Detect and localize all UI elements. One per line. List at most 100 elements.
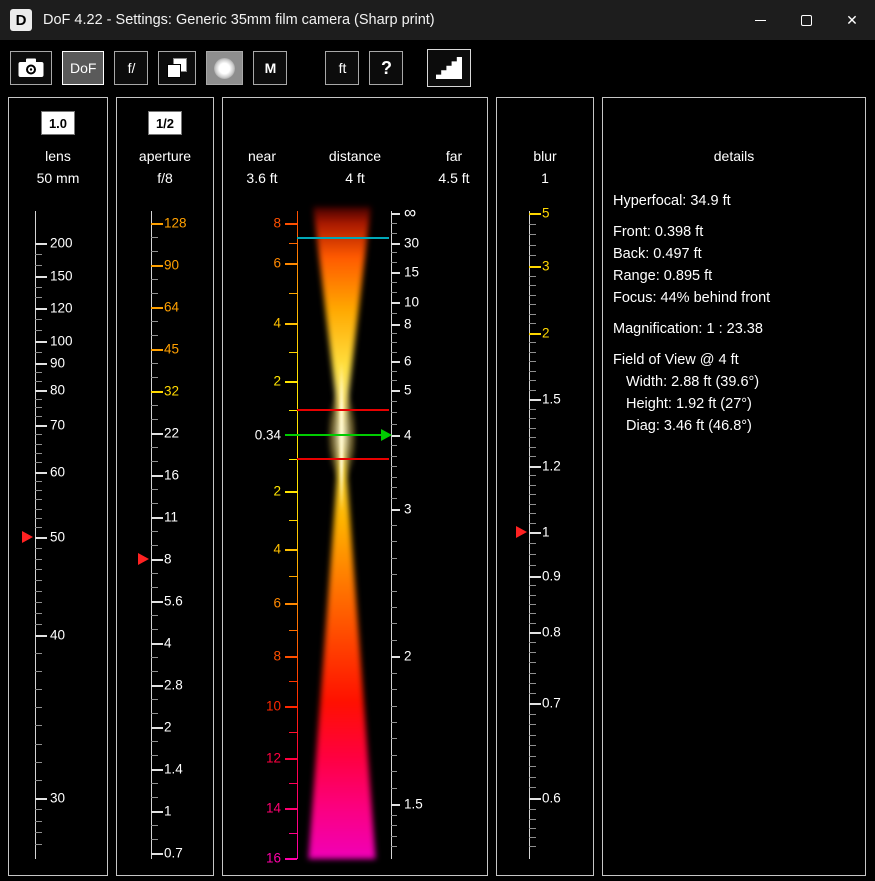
scale-tick	[151, 573, 158, 574]
distance-scale[interactable]: ∞3015108654321.5	[223, 211, 487, 859]
scale-tick	[529, 673, 536, 674]
scale-tick	[391, 477, 397, 478]
lens-marker[interactable]	[22, 531, 33, 543]
title-bar: D DoF 4.22 - Settings: Generic 35mm film…	[0, 0, 875, 40]
units-button[interactable]: ft	[325, 51, 359, 85]
dof-visualization[interactable]: 8642246810121416 ∞3015108654321.5 0.34	[223, 211, 487, 859]
scale-tick	[35, 434, 42, 435]
scale-tick	[391, 771, 397, 772]
scale-label: 6	[404, 353, 412, 368]
scale-tick	[151, 629, 158, 630]
aperture-fstop-scale[interactable]: 1289064453222161185.642.821.410.7	[117, 211, 213, 859]
scale-label: 3	[404, 501, 412, 516]
scale-tick	[529, 276, 536, 277]
scale-tick	[391, 591, 397, 592]
scale-tick	[35, 580, 42, 581]
scale-label: 1	[164, 804, 172, 819]
maximize-button[interactable]	[783, 0, 829, 40]
scale-label: 0.7	[542, 696, 561, 711]
glow-button[interactable]	[206, 51, 243, 85]
scale-label: 40	[50, 627, 65, 642]
dof-mode-button[interactable]: DoF	[62, 51, 104, 85]
scale-label: 1.4	[164, 762, 183, 777]
scale-tick	[151, 657, 158, 658]
scale-tick	[35, 762, 42, 763]
scale-tick	[151, 363, 158, 364]
detail-line: Magnification: 1 : 23.38	[613, 318, 859, 340]
scale-label: 10	[404, 294, 419, 309]
scale-tick	[151, 503, 158, 504]
scale-tick	[151, 615, 158, 616]
scale-tick	[391, 445, 397, 446]
scale-tick	[35, 254, 42, 255]
scale-label: 90	[164, 258, 179, 273]
scale-tick	[391, 342, 397, 343]
scale-label: 60	[50, 464, 65, 479]
scale-label: ∞	[404, 203, 416, 223]
scale-tick	[391, 487, 397, 488]
close-icon: ✕	[846, 13, 858, 27]
scale-tick	[529, 447, 536, 448]
scale-label: 200	[50, 236, 73, 251]
blur-header: blur 1	[497, 148, 593, 186]
scale-label: 64	[164, 300, 179, 315]
camera-settings-button[interactable]	[10, 51, 52, 85]
near-limit-line	[297, 458, 389, 460]
scale-label: 128	[164, 216, 187, 231]
detail-line: Width: 2.88 ft (39.6°)	[613, 371, 859, 393]
scale-tick	[391, 424, 397, 425]
scale-tick	[529, 380, 536, 381]
scale-tick	[529, 371, 536, 372]
scale-tick	[529, 513, 536, 514]
scale-tick	[35, 297, 42, 298]
scale-tick	[35, 821, 42, 822]
aperture-step-badge[interactable]: 1/2	[148, 111, 182, 135]
scale-tick	[529, 623, 536, 624]
scale-tick	[35, 559, 42, 560]
blur-limit-scale[interactable]: 5321.51.210.90.80.70.6	[497, 211, 593, 859]
help-button[interactable]: ?	[369, 51, 403, 85]
scale-tick	[391, 706, 397, 707]
scale-tick	[151, 391, 163, 393]
minimize-button[interactable]	[737, 0, 783, 40]
scale-tick	[529, 323, 536, 324]
scale-tick	[391, 412, 397, 413]
aperture-header: aperture f/8	[117, 148, 213, 186]
scale-label: 0.8	[542, 625, 561, 640]
scale-tick	[529, 485, 536, 486]
scale-tick	[35, 689, 42, 690]
scale-tick	[151, 601, 163, 603]
close-button[interactable]: ✕	[829, 0, 875, 40]
scale-tick	[529, 819, 536, 820]
scale-tick	[35, 472, 47, 474]
copy-button[interactable]	[158, 51, 196, 85]
scale-tick	[151, 517, 163, 519]
scale-tick	[35, 725, 42, 726]
aperture-marker[interactable]	[138, 553, 149, 565]
focus-arrow-head	[381, 429, 392, 441]
scale-tick	[35, 363, 47, 365]
scale-tick	[151, 685, 163, 687]
scale-tick	[35, 319, 42, 320]
scale-tick	[391, 623, 397, 624]
scale-tick	[391, 509, 400, 511]
scale-tick	[529, 798, 541, 800]
manual-mode-button[interactable]: M	[253, 51, 287, 85]
scale-tick	[391, 282, 397, 283]
scale-tick	[35, 407, 42, 408]
fstop-scale-button[interactable]: f/	[114, 51, 148, 85]
lens-step-badge[interactable]: 1.0	[41, 111, 75, 135]
steps-button[interactable]	[427, 49, 471, 87]
scale-tick	[529, 523, 536, 524]
scale-tick	[151, 853, 163, 855]
lens-focal-scale[interactable]: 20015012010090807060504030	[9, 211, 107, 859]
scale-tick	[391, 640, 397, 641]
scale-tick	[151, 643, 163, 645]
blur-marker[interactable]	[516, 526, 527, 538]
scale-tick	[529, 285, 536, 286]
scale-tick	[391, 252, 397, 253]
scale-label: 2.8	[164, 678, 183, 693]
scale-tick	[391, 846, 397, 847]
window-controls: ✕	[737, 0, 875, 40]
blur-title: blur	[497, 148, 593, 164]
